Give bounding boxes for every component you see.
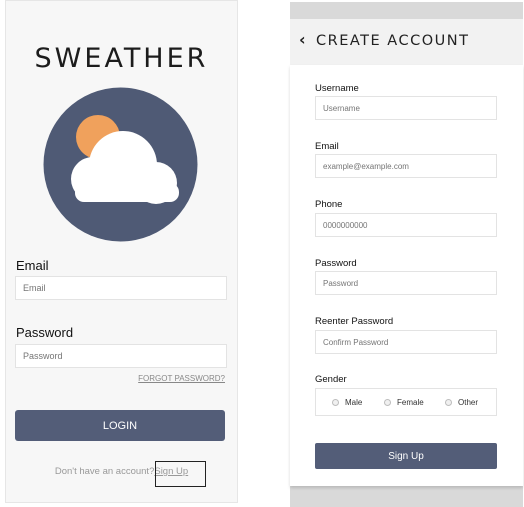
email-input[interactable] xyxy=(315,154,497,178)
gender-female-radio[interactable] xyxy=(384,399,391,406)
forgot-password-link[interactable]: FORGOT PASSWORD? xyxy=(138,374,225,383)
password-label: Password xyxy=(16,325,74,340)
phone-label: Phone xyxy=(315,199,343,210)
page-title: CREATE ACCOUNT xyxy=(316,33,470,49)
password-input[interactable] xyxy=(15,344,227,368)
signup-button[interactable]: Sign Up xyxy=(315,443,497,469)
password-label: Password xyxy=(315,258,357,269)
create-account-header: ‹ CREATE ACCOUNT xyxy=(290,19,523,65)
gender-radio-group: Male Female Other xyxy=(315,388,497,416)
signup-link-highlight xyxy=(155,461,206,487)
reenter-password-label: Reenter Password xyxy=(315,316,394,327)
email-label: Email xyxy=(16,258,49,273)
create-account-screen: ‹ CREATE ACCOUNT Username Email Phone Pa… xyxy=(290,2,523,507)
gender-other-radio[interactable] xyxy=(445,399,452,406)
phone-input[interactable] xyxy=(315,213,497,237)
chevron-left-icon[interactable]: ‹ xyxy=(299,30,306,49)
gender-male-radio[interactable] xyxy=(332,399,339,406)
app-title: SWEATHER xyxy=(34,43,209,74)
confirm-password-input[interactable] xyxy=(315,330,497,354)
password-input[interactable] xyxy=(315,271,497,295)
login-button[interactable]: LOGIN xyxy=(15,410,225,441)
gender-label: Gender xyxy=(315,374,347,385)
no-account-text: Don't have an account? xyxy=(54,466,155,477)
gender-female-label[interactable]: Female xyxy=(397,398,424,407)
email-label: Email xyxy=(315,141,339,152)
gender-other-label[interactable]: Other xyxy=(458,398,478,407)
gender-male-label[interactable]: Male xyxy=(345,398,362,407)
signup-form: Username Email Phone Password Reenter Pa… xyxy=(290,65,523,486)
email-input[interactable] xyxy=(15,276,227,300)
username-input[interactable] xyxy=(315,96,497,120)
sun-cloud-icon xyxy=(43,87,198,242)
username-label: Username xyxy=(315,83,359,94)
login-screen: SWEATHER Email Password FORGOT PASSWORD?… xyxy=(5,0,238,503)
